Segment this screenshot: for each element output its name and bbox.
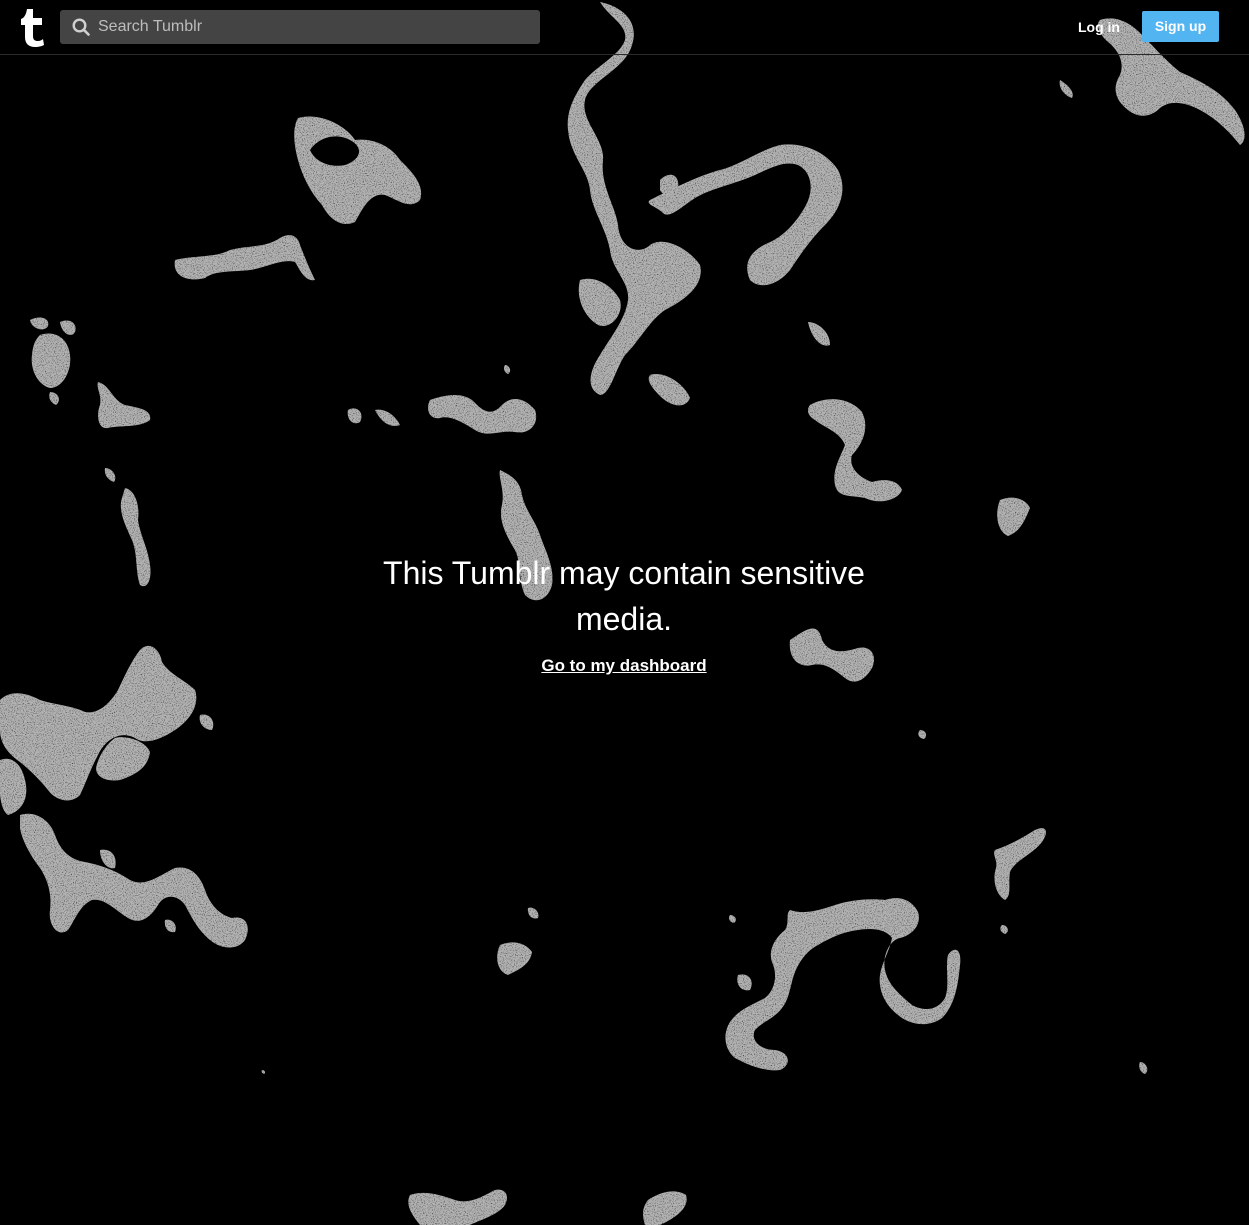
tumblr-t-icon[interactable] xyxy=(20,9,46,47)
search-input[interactable] xyxy=(98,10,528,44)
search-bar[interactable] xyxy=(60,10,540,44)
page: Log in Sign up This Tumblr may contain s… xyxy=(0,0,1249,1225)
dashboard-link[interactable]: Go to my dashboard xyxy=(541,656,706,676)
top-navigation-bar: Log in Sign up xyxy=(0,0,1249,55)
sensitive-content-notice: This Tumblr may contain sensitive media.… xyxy=(374,550,874,676)
search-icon xyxy=(72,18,90,36)
warning-title: This Tumblr may contain sensitive media. xyxy=(383,555,865,637)
login-button[interactable]: Log in xyxy=(1070,11,1128,43)
signup-button[interactable]: Sign up xyxy=(1142,11,1219,42)
